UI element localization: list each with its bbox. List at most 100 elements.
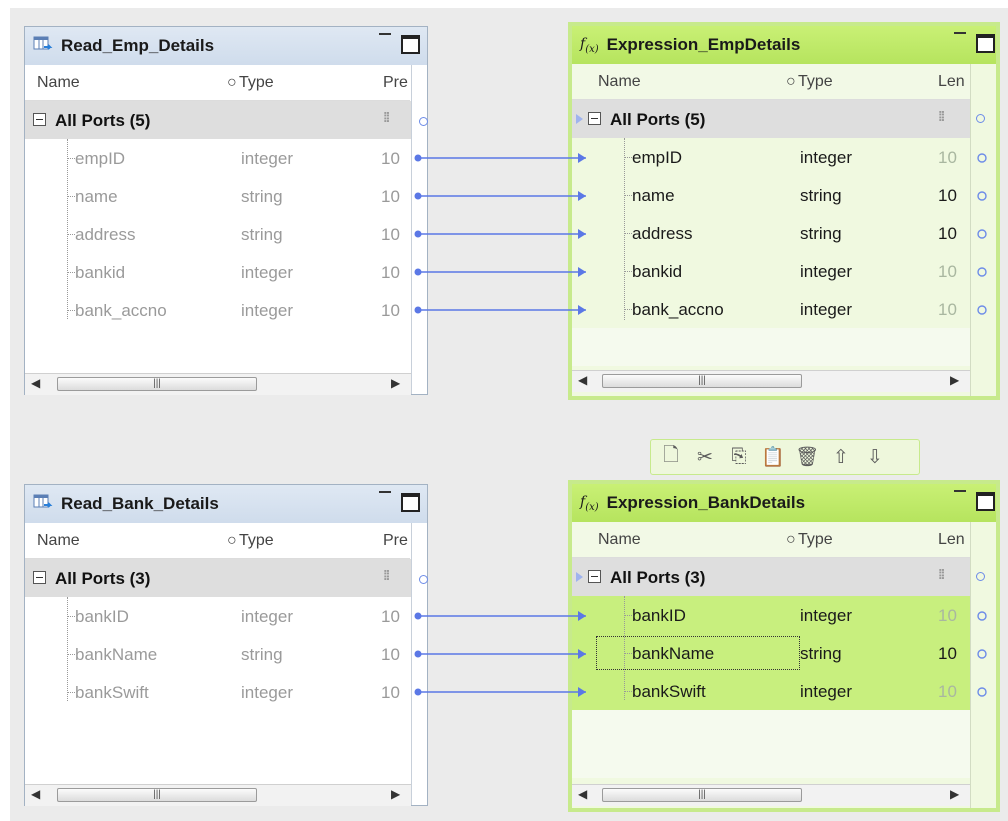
port-precision: 10 xyxy=(381,645,400,664)
collapse-icon[interactable] xyxy=(588,112,601,125)
port-length: 10 xyxy=(938,262,957,281)
port-row[interactable]: bankName string 10 xyxy=(25,635,411,673)
column-length[interactable]: Len xyxy=(938,531,965,549)
horizontal-scrollbar[interactable]: ◀ ||| ▶ xyxy=(572,370,970,392)
cut-icon[interactable]: ✂ xyxy=(693,445,717,469)
column-type[interactable]: Type xyxy=(239,532,274,550)
port-row[interactable]: empID integer 10 xyxy=(572,138,970,176)
horizontal-scrollbar[interactable]: ◀ ||| ▶ xyxy=(25,784,411,806)
port-row[interactable]: bankid integer 10 xyxy=(25,253,411,291)
scroll-right-icon[interactable]: ▶ xyxy=(391,787,400,801)
column-precision[interactable]: Pre xyxy=(383,532,408,550)
port-name: bankName xyxy=(75,645,158,664)
maximize-icon[interactable] xyxy=(976,34,995,53)
collapse-icon[interactable] xyxy=(33,571,46,584)
scroll-thumb[interactable]: ||| xyxy=(602,374,802,388)
column-type[interactable]: Type xyxy=(798,531,833,549)
port-row[interactable]: bank_accno integer 10 xyxy=(25,291,411,329)
group-port-icon[interactable] xyxy=(419,117,428,126)
horizontal-scrollbar[interactable]: ◀ ||| ▶ xyxy=(25,373,411,395)
all-ports-group[interactable]: All Ports (5) ⁞⁞ xyxy=(572,100,970,138)
read-emp-details-titlebar[interactable]: Read_Emp_Details xyxy=(25,27,427,65)
read-bank-details-widget[interactable]: Read_Bank_Details Name ○ Type Pre All Po… xyxy=(24,484,428,806)
scroll-left-icon[interactable]: ◀ xyxy=(31,376,40,390)
expression-bankdetails-titlebar[interactable]: f(x) Expression_BankDetails xyxy=(572,484,996,522)
column-type[interactable]: Type xyxy=(239,74,274,92)
minimize-icon[interactable] xyxy=(379,33,391,36)
all-ports-group[interactable]: All Ports (3) ⁞⁞ xyxy=(572,558,970,596)
collapse-icon[interactable] xyxy=(588,570,601,583)
delete-icon[interactable]: 🗑 xyxy=(795,445,819,469)
port-row[interactable]: bank_accno integer 10 xyxy=(572,290,970,328)
group-port-icon[interactable] xyxy=(976,572,985,581)
group-port-icon[interactable] xyxy=(419,575,428,584)
move-down-icon[interactable]: ⇩ xyxy=(863,445,887,469)
widget-title: Read_Bank_Details xyxy=(61,494,219,513)
scroll-left-icon[interactable]: ◀ xyxy=(578,373,587,387)
read-bank-details-titlebar[interactable]: Read_Bank_Details xyxy=(25,485,427,523)
column-type[interactable]: Type xyxy=(798,73,833,91)
column-name[interactable]: Name xyxy=(598,531,641,549)
scroll-thumb[interactable]: ||| xyxy=(602,788,802,802)
all-ports-group[interactable]: All Ports (3) ⁞⁞ xyxy=(25,559,411,597)
port-name: name xyxy=(632,186,675,205)
column-header: Name ○ Type Pre xyxy=(25,523,410,559)
horizontal-scrollbar[interactable]: ◀ ||| ▶ xyxy=(572,784,970,806)
paste-icon[interactable]: 📋 xyxy=(761,445,785,469)
read-emp-details-widget[interactable]: Read_Emp_Details Name ○ Type Pre All Por… xyxy=(24,26,428,395)
port-row[interactable]: bankID integer 10 xyxy=(572,596,970,634)
table-read-icon xyxy=(33,35,53,58)
port-row[interactable]: empID integer 10 xyxy=(25,139,411,177)
maximize-icon[interactable] xyxy=(401,493,420,512)
minimize-icon[interactable] xyxy=(954,490,966,493)
move-up-icon[interactable]: ⇧ xyxy=(829,445,853,469)
widget-title: Expression_EmpDetails xyxy=(606,35,801,54)
widget-title: Expression_BankDetails xyxy=(606,493,806,512)
minimize-icon[interactable] xyxy=(379,491,391,494)
port-row[interactable]: name string 10 xyxy=(25,177,411,215)
new-port-icon[interactable]: 🗋 xyxy=(659,445,683,469)
port-row[interactable]: bankSwift integer 10 xyxy=(572,672,970,710)
maximize-icon[interactable] xyxy=(976,492,995,511)
port-row[interactable]: bankID integer 10 xyxy=(25,597,411,635)
mapping-canvas[interactable]: Read_Emp_Details Name ○ Type Pre All Por… xyxy=(10,8,1008,821)
column-header: Name ○ Type Pre xyxy=(25,65,410,101)
port-type: string xyxy=(241,225,283,244)
port-row[interactable]: name string 10 xyxy=(572,176,970,214)
expression-empdetails-titlebar[interactable]: f(x) Expression_EmpDetails xyxy=(572,26,996,64)
port-row[interactable]: bankName string 10 xyxy=(572,634,970,672)
column-name[interactable]: Name xyxy=(37,74,80,92)
port-row[interactable]: address string 10 xyxy=(572,214,970,252)
collapse-icon[interactable] xyxy=(33,113,46,126)
scroll-thumb[interactable]: ||| xyxy=(57,377,257,391)
port-name: bank_accno xyxy=(632,300,724,319)
scroll-right-icon[interactable]: ▶ xyxy=(950,373,959,387)
minimize-icon[interactable] xyxy=(954,32,966,35)
scroll-right-icon[interactable]: ▶ xyxy=(391,376,400,390)
expression-empdetails-widget[interactable]: f(x) Expression_EmpDetails Name ○ Type L… xyxy=(568,22,1000,400)
maximize-icon[interactable] xyxy=(401,35,420,54)
port-type: integer xyxy=(800,606,852,625)
port-name: bankSwift xyxy=(75,683,149,702)
column-name[interactable]: Name xyxy=(598,73,641,91)
column-name[interactable]: Name xyxy=(37,532,80,550)
copy-icon[interactable]: ⎘ xyxy=(727,445,751,469)
column-length[interactable]: Len xyxy=(938,73,965,91)
scroll-thumb[interactable]: ||| xyxy=(57,788,257,802)
port-row[interactable]: bankSwift integer 10 xyxy=(25,673,411,711)
port-row[interactable]: address string 10 xyxy=(25,215,411,253)
scroll-left-icon[interactable]: ◀ xyxy=(578,787,587,801)
expression-bankdetails-widget[interactable]: f(x) Expression_BankDetails Name ○ Type … xyxy=(568,480,1000,812)
port-length: 10 xyxy=(938,186,957,205)
column-header: Name ○ Type Len xyxy=(572,64,979,100)
column-precision[interactable]: Pre xyxy=(383,74,408,92)
port-row[interactable]: bankid integer 10 xyxy=(572,252,970,290)
all-ports-group[interactable]: All Ports (5) ⁞⁞ xyxy=(25,101,411,139)
all-ports-label: All Ports (5) xyxy=(610,110,706,129)
scroll-left-icon[interactable]: ◀ xyxy=(31,787,40,801)
port-type: integer xyxy=(241,683,293,702)
port-type: integer xyxy=(800,682,852,701)
group-port-icon[interactable] xyxy=(976,114,985,123)
sort-indicator-icon: ○ xyxy=(227,532,237,549)
scroll-right-icon[interactable]: ▶ xyxy=(950,787,959,801)
